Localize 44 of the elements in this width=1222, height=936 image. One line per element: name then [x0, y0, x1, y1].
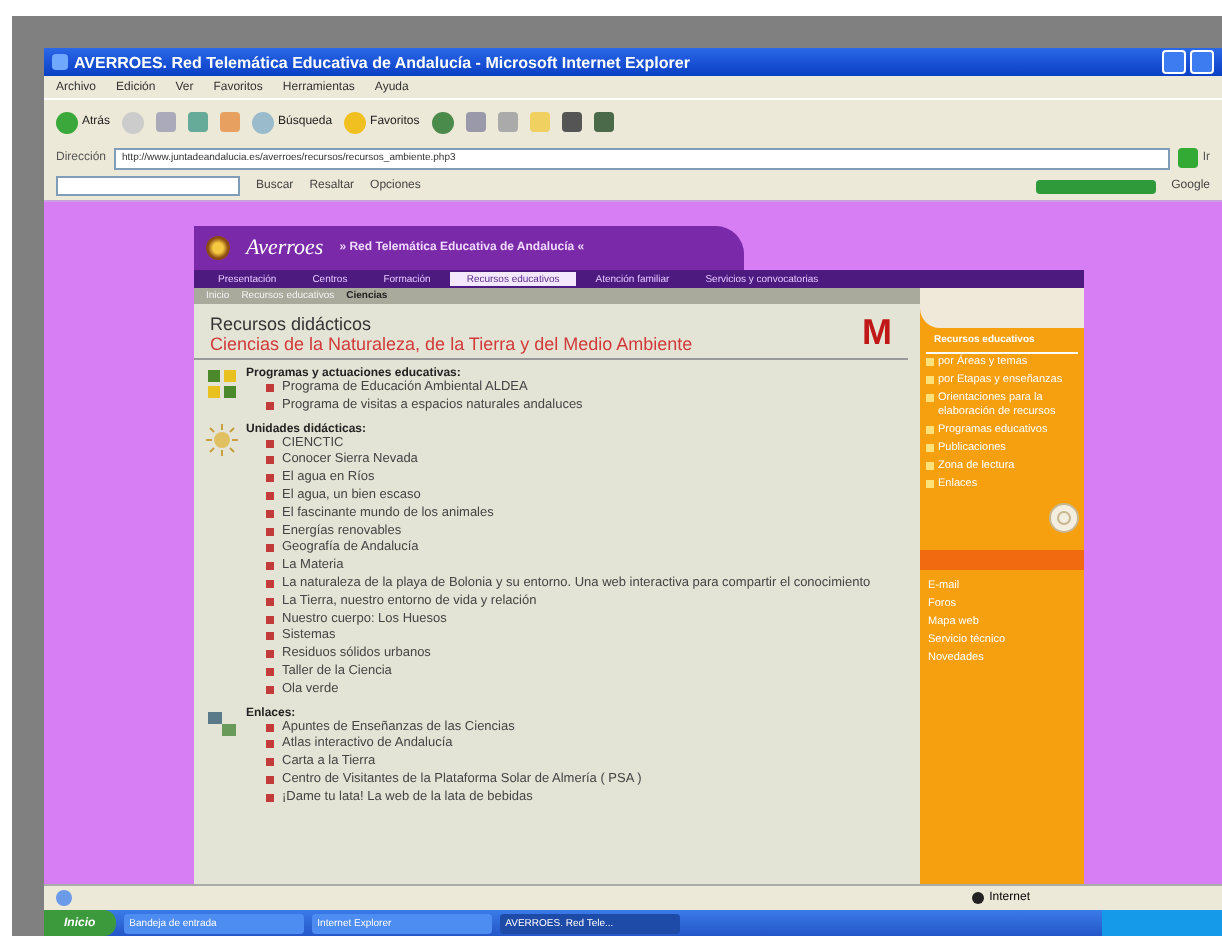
bullet-icon — [926, 480, 934, 488]
bullet-icon — [266, 474, 274, 483]
logo-mark: M — [862, 314, 892, 354]
minimize-button[interactable] — [1162, 50, 1186, 74]
system-tray — [1102, 910, 1222, 936]
bullet-icon — [266, 650, 274, 659]
bullet-icon — [266, 758, 274, 767]
bullet-icon — [266, 456, 274, 465]
bullet-icon — [926, 376, 934, 384]
site-logo[interactable]: Averroes — [246, 236, 324, 260]
bullet-icon — [266, 740, 274, 749]
window-title: AVERROES. Red Telemática Educativa de Andalucía - Microsoft Internet Explorer — [74, 53, 690, 71]
bullet-icon — [266, 615, 274, 624]
bullet-icon — [266, 509, 274, 518]
bullet-icon — [926, 462, 934, 470]
bullet-icon — [266, 384, 274, 392]
bullet-icon — [266, 439, 274, 448]
computers-icon — [206, 707, 238, 740]
lifebuoy-icon — [1048, 502, 1080, 534]
squares-icon — [206, 368, 238, 400]
bullet-icon — [266, 401, 274, 410]
page-subheading: Ciencias de la Naturaleza, de la Tierra y del Medio Ambiente — [210, 334, 693, 354]
bullet-icon — [266, 793, 274, 802]
bullet-icon — [266, 723, 274, 732]
logo-icon — [206, 236, 230, 260]
sun-icon — [206, 423, 238, 456]
bullet-icon — [926, 426, 934, 434]
bullet-icon — [926, 394, 934, 402]
bullet-icon — [266, 685, 274, 694]
bullet-icon — [926, 358, 934, 366]
bullet-icon — [266, 667, 274, 676]
bullet-icon — [266, 597, 274, 606]
search-field[interactable] — [56, 176, 240, 196]
bullet-icon — [266, 632, 274, 641]
bullet-icon — [266, 544, 274, 553]
bullet-icon — [266, 527, 274, 536]
bullet-icon — [266, 579, 274, 588]
bullet-icon — [266, 491, 274, 500]
toolbar-button[interactable] — [1035, 179, 1156, 193]
maximize-button[interactable] — [1190, 50, 1214, 74]
page-heading: Recursos didácticos — [210, 314, 374, 334]
bullet-icon — [266, 562, 274, 571]
bullet-icon — [266, 775, 274, 784]
bullet-icon — [926, 444, 934, 452]
